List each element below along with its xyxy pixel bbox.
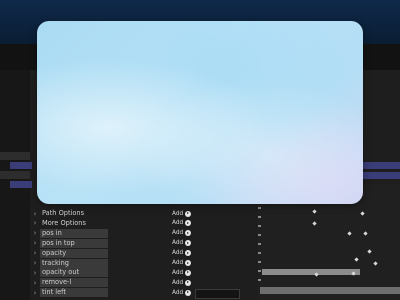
expand-chevron-icon[interactable]: ›	[30, 229, 40, 237]
property-row[interactable]: › opacity out Add	[30, 268, 260, 278]
layer-row-strip[interactable]	[0, 171, 30, 179]
expand-chevron-icon[interactable]: ›	[30, 269, 40, 277]
overlay-card[interactable]	[37, 21, 363, 204]
add-label: Add	[172, 210, 184, 217]
play-arrow-icon	[185, 260, 192, 266]
add-property-button[interactable]: Add	[172, 260, 192, 266]
property-row-add: Add	[30, 219, 260, 228]
add-property-button[interactable]: Add	[172, 269, 192, 276]
property-label: opacity out	[40, 268, 108, 278]
time-tick	[258, 252, 261, 254]
add-label: Add	[172, 269, 184, 276]
property-row[interactable]: › pos in Add	[30, 228, 260, 238]
time-tick	[258, 270, 261, 272]
property-row[interactable]: › pos in top Add	[30, 238, 260, 248]
time-tick	[258, 243, 261, 245]
property-label: opacity	[40, 248, 108, 258]
property-label: tracking	[40, 258, 108, 268]
time-tick	[258, 261, 261, 263]
property-row[interactable]: › remove-l Add	[30, 278, 260, 288]
add-property-button[interactable]: Add	[172, 240, 192, 247]
layer-label-strip[interactable]	[10, 181, 32, 188]
property-label: pos in top	[40, 238, 108, 248]
play-arrow-icon	[185, 240, 192, 247]
play-arrow-icon	[185, 289, 192, 296]
time-tick	[258, 207, 261, 209]
add-property-button[interactable]: Add	[172, 220, 192, 227]
expand-chevron-icon[interactable]: ›	[30, 279, 40, 287]
add-label: Add	[172, 250, 184, 257]
add-label: Add	[172, 260, 184, 266]
time-tick	[258, 225, 261, 227]
time-tick	[258, 279, 261, 281]
play-arrow-icon	[185, 269, 192, 276]
add-property-button[interactable]: Add	[172, 230, 192, 237]
add-property-button[interactable]: Add	[172, 250, 192, 257]
layer-label-strip[interactable]	[10, 162, 32, 169]
time-tick	[258, 216, 261, 218]
property-row[interactable]: › tracking Add	[30, 258, 260, 268]
property-row-add: Add	[30, 209, 260, 218]
property-label: tint left	[40, 288, 108, 298]
time-tick	[258, 234, 261, 236]
expand-chevron-icon[interactable]: ›	[30, 249, 40, 257]
play-arrow-icon	[185, 279, 192, 286]
property-label: remove-l	[40, 278, 108, 288]
time-field[interactable]	[195, 289, 240, 299]
add-label: Add	[172, 279, 184, 286]
add-property-button[interactable]: Add	[172, 279, 192, 286]
expand-chevron-icon[interactable]: ›	[30, 289, 40, 297]
add-label: Add	[172, 230, 184, 237]
property-label: pos in	[40, 228, 108, 238]
work-area-bar[interactable]	[260, 287, 400, 294]
layer-bar[interactable]	[262, 269, 360, 275]
layer-row-strip[interactable]	[0, 152, 30, 160]
play-arrow-icon	[185, 230, 192, 237]
play-arrow-icon	[185, 250, 192, 257]
layer-duration-strip[interactable]	[362, 162, 400, 169]
add-label: Add	[172, 220, 184, 227]
expand-chevron-icon[interactable]: ›	[30, 259, 40, 267]
property-row[interactable]: › opacity Add	[30, 248, 260, 258]
play-arrow-icon	[185, 210, 192, 217]
expand-chevron-icon[interactable]: ›	[30, 239, 40, 247]
play-arrow-icon	[185, 220, 192, 227]
add-property-button[interactable]: Add	[172, 289, 192, 296]
add-label: Add	[172, 289, 184, 296]
add-label: Add	[172, 240, 184, 247]
add-property-button[interactable]: Add	[172, 210, 192, 217]
layer-duration-strip[interactable]	[362, 172, 400, 179]
